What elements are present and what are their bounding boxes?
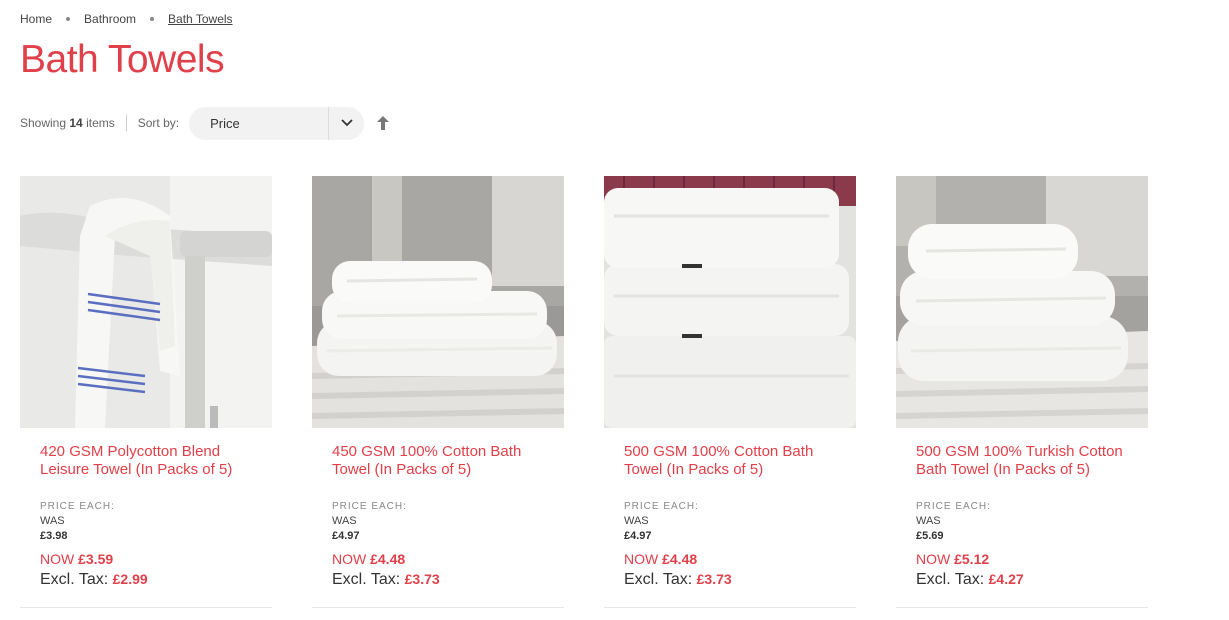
now-label: NOW xyxy=(40,551,75,567)
excl-tax-price: £3.73 xyxy=(404,571,440,587)
sort-direction-arrow-up-icon[interactable] xyxy=(376,115,390,131)
excl-tax-line: Excl. Tax: £3.73 xyxy=(332,571,544,589)
was-price: £4.97 xyxy=(332,530,360,542)
price-each-label: PRICE EACH: xyxy=(624,501,699,512)
breadcrumb-home-link[interactable]: Home xyxy=(20,12,52,26)
product-image[interactable] xyxy=(896,176,1148,428)
showing-suffix: items xyxy=(86,116,115,130)
sort-label: Sort by: xyxy=(137,116,180,130)
excl-tax-price: £3.73 xyxy=(696,571,732,587)
product-card: 450 GSM 100% Cotton Bath Towel (In Packs… xyxy=(312,176,564,608)
listing-toolbar: Showing 14 items Sort by: Price xyxy=(20,106,390,140)
price-each-label: PRICE EACH: xyxy=(916,501,991,512)
now-price: £5.12 xyxy=(954,551,990,567)
was-label: WAS xyxy=(332,515,357,527)
now-price: £4.48 xyxy=(662,551,698,567)
product-name-link[interactable]: 500 GSM 100% Turkish Cotton Bath Towel (… xyxy=(916,443,1128,479)
now-price-line: NOW £4.48 xyxy=(332,551,544,567)
sort-select[interactable]: Price xyxy=(189,106,365,140)
sort-selected-value: Price xyxy=(210,115,240,131)
now-price: £3.59 xyxy=(78,551,114,567)
now-price-line: NOW £5.12 xyxy=(916,551,1128,567)
excl-tax-line: Excl. Tax: £4.27 xyxy=(916,571,1128,589)
excl-tax-price: £2.99 xyxy=(112,571,148,587)
breadcrumb-separator xyxy=(150,17,155,21)
excl-tax-label: Excl. Tax: xyxy=(916,571,985,588)
product-image[interactable] xyxy=(604,176,856,428)
excl-tax-label: Excl. Tax: xyxy=(40,571,109,588)
price-each-label: PRICE EACH: xyxy=(332,501,407,512)
excl-tax-label: Excl. Tax: xyxy=(624,571,693,588)
product-grid: 420 GSM Polycotton Blend Leisure Towel (… xyxy=(20,176,1188,608)
product-image[interactable] xyxy=(20,176,272,428)
was-price: £4.97 xyxy=(624,530,652,542)
was-label: WAS xyxy=(916,515,941,527)
product-image[interactable] xyxy=(312,176,564,428)
product-card: 420 GSM Polycotton Blend Leisure Towel (… xyxy=(20,176,272,608)
chevron-down-icon[interactable] xyxy=(328,106,364,140)
now-price-line: NOW £4.48 xyxy=(624,551,836,567)
excl-tax-label: Excl. Tax: xyxy=(332,571,401,588)
page-title: Bath Towels xyxy=(20,38,225,81)
now-label: NOW xyxy=(916,551,951,567)
was-label: WAS xyxy=(624,515,649,527)
now-price-line: NOW £3.59 xyxy=(40,551,252,567)
now-label: NOW xyxy=(624,551,659,567)
breadcrumb: Home Bathroom Bath Towels xyxy=(20,12,233,26)
showing-count: 14 xyxy=(69,116,83,130)
now-label: NOW xyxy=(332,551,367,567)
was-price: £5.69 xyxy=(916,530,944,542)
showing-prefix: Showing xyxy=(20,116,67,130)
price-each-label: PRICE EACH: xyxy=(40,501,115,512)
breadcrumb-bathroom-link[interactable]: Bathroom xyxy=(84,12,136,26)
item-count: Showing 14 items xyxy=(20,116,115,130)
excl-tax-line: Excl. Tax: £2.99 xyxy=(40,571,252,589)
breadcrumb-bath-towels-link[interactable]: Bath Towels xyxy=(168,12,232,26)
product-name-link[interactable]: 450 GSM 100% Cotton Bath Towel (In Packs… xyxy=(332,443,544,479)
product-name-link[interactable]: 420 GSM Polycotton Blend Leisure Towel (… xyxy=(40,443,252,479)
breadcrumb-separator xyxy=(66,17,71,21)
product-card: 500 GSM 100% Cotton Bath Towel (In Packs… xyxy=(604,176,856,608)
product-card: 500 GSM 100% Turkish Cotton Bath Towel (… xyxy=(896,176,1148,608)
was-price: £3.98 xyxy=(40,530,68,542)
now-price: £4.48 xyxy=(370,551,406,567)
excl-tax-price: £4.27 xyxy=(988,571,1024,587)
toolbar-divider xyxy=(125,115,127,131)
product-name-link[interactable]: 500 GSM 100% Cotton Bath Towel (In Packs… xyxy=(624,443,836,479)
was-label: WAS xyxy=(40,515,65,527)
excl-tax-line: Excl. Tax: £3.73 xyxy=(624,571,836,589)
